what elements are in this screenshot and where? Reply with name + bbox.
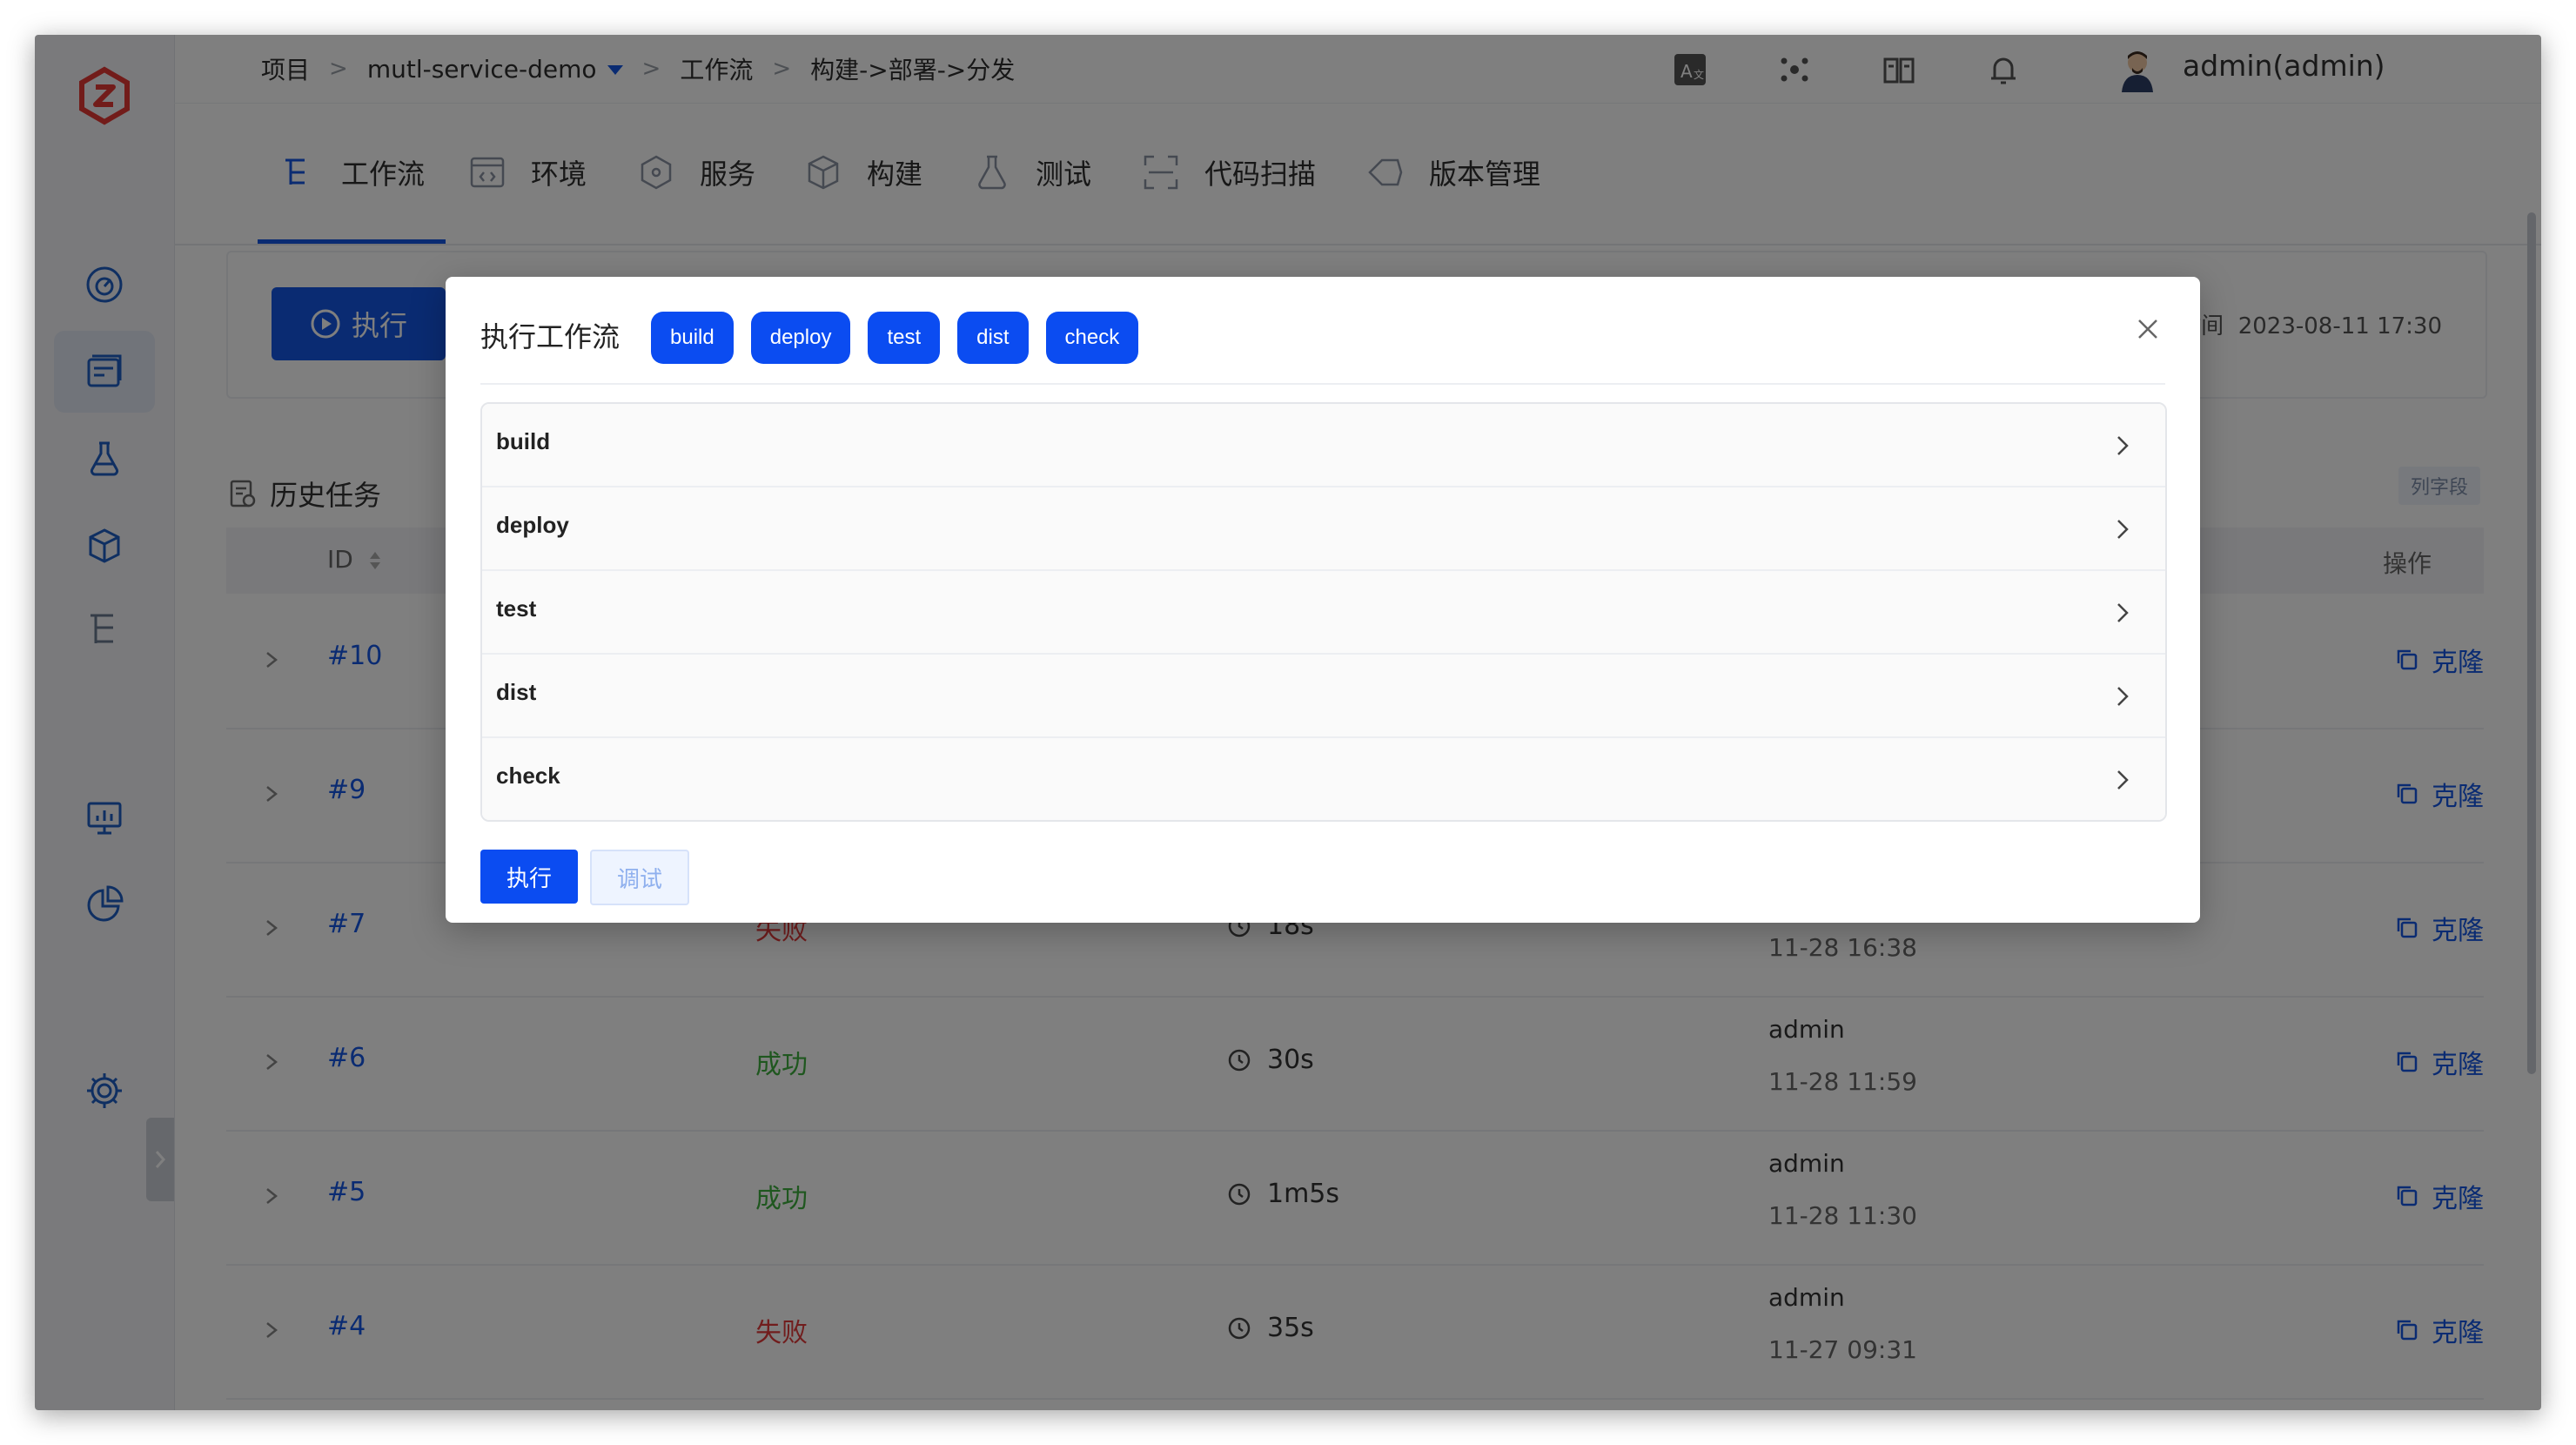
stage-item-dist[interactable]: dist (482, 655, 2165, 738)
stage-pill-deploy[interactable]: deploy (750, 312, 851, 364)
stage-label: test (496, 595, 537, 622)
debug-button[interactable]: 调试 (590, 850, 689, 905)
chevron-right-icon (2117, 603, 2129, 622)
chevron-right-icon (2117, 687, 2129, 706)
stage-item-deploy[interactable]: deploy (482, 487, 2165, 571)
stage-item-check[interactable]: check (482, 738, 2165, 820)
modal-title: 执行工作流 (480, 320, 621, 353)
stage-pill-check[interactable]: check (1045, 312, 1139, 364)
modal-divider (480, 383, 2165, 385)
execute-workflow-modal: 执行工作流 build deploy test dist check build… (446, 277, 2200, 923)
chevron-right-icon (2117, 770, 2129, 790)
stage-label: deploy (496, 512, 569, 538)
stage-item-test[interactable]: test (482, 571, 2165, 655)
chevron-right-icon (2117, 520, 2129, 539)
app-window: 项目 > mutl-service-demo > 工作流 > 构建->部署->分… (35, 35, 2541, 1410)
stage-pill-dist[interactable]: dist (957, 312, 1029, 364)
stage-label: check (496, 763, 560, 789)
stage-label: build (496, 428, 551, 454)
stage-pill-row: build deploy test dist check (651, 312, 1139, 364)
stage-item-build[interactable]: build (482, 404, 2165, 487)
stage-label: dist (496, 679, 537, 705)
stage-pill-test[interactable]: test (868, 312, 941, 364)
stage-list: build deploy test dist check (480, 402, 2167, 822)
chevron-right-icon (2117, 436, 2129, 455)
close-icon[interactable] (2132, 313, 2163, 345)
stage-pill-build[interactable]: build (651, 312, 734, 364)
execute-button[interactable]: 执行 (480, 850, 578, 904)
